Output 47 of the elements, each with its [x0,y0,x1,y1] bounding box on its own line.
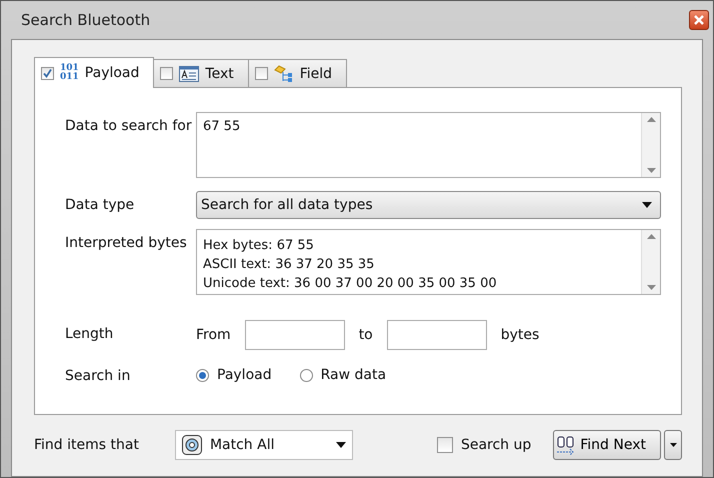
from-field[interactable] [244,320,345,350]
data-type-dropdown[interactable]: Search for all data types [196,191,661,219]
dropdown-button[interactable] [664,430,682,460]
scroll-up-icon [646,117,656,122]
caret-icon [670,443,676,447]
tab-label: Payload [84,65,140,81]
field-label: Length [65,325,114,344]
field-label: Interpreted bytes [65,234,188,253]
checkbox[interactable] [254,67,268,80]
search-data-field[interactable]: 67 55 [196,112,661,178]
find-items-label: Find items that [34,437,139,453]
text-document-icon [179,66,200,82]
tag-network-icon [274,64,294,82]
field-label: Data type [65,196,136,215]
close-icon [694,15,704,25]
tab[interactable]: Field [248,59,348,87]
search-up-label: Search up [460,437,532,453]
tab-label: Text [205,66,234,82]
radio-label: Payload [217,367,272,383]
scroll-up-icon [646,234,656,239]
field-label: Data to search for [65,117,193,136]
tab-label: Field [300,66,332,82]
checkbox[interactable] [436,437,453,453]
unit-label: bytes [500,327,540,343]
from-label: From [196,327,231,343]
checkbox[interactable] [41,66,54,80]
radio-button[interactable] [300,368,313,382]
interpreted-bytes-box: Hex bytes: 67 55 ASCII text: 36 37 20 35 35 Unicode text: 36 00 37 00 20 00 35 00 35 00 [196,229,661,295]
filter-icon [182,435,202,455]
checkbox[interactable] [160,67,174,80]
close-button[interactable] [689,10,709,30]
scrollbar[interactable] [641,230,660,294]
to-label: to [358,327,373,343]
tab[interactable]: Text [153,59,249,87]
window-title: Search Bluetooth [21,11,150,29]
radio-label: Raw data [320,367,386,383]
to-field[interactable] [386,320,487,350]
scroll-down-icon [646,285,656,290]
binary-icon: 101 011 [60,64,79,82]
radio-button[interactable] [196,368,209,382]
field-label: Search in [65,367,132,384]
caret-icon [642,202,652,208]
find-next-button[interactable]: Find Next [553,430,661,460]
scroll-down-icon [646,168,656,173]
match-dropdown[interactable]: Match All [174,430,353,460]
caret-icon [336,442,346,448]
scrollbar[interactable] [641,113,660,177]
